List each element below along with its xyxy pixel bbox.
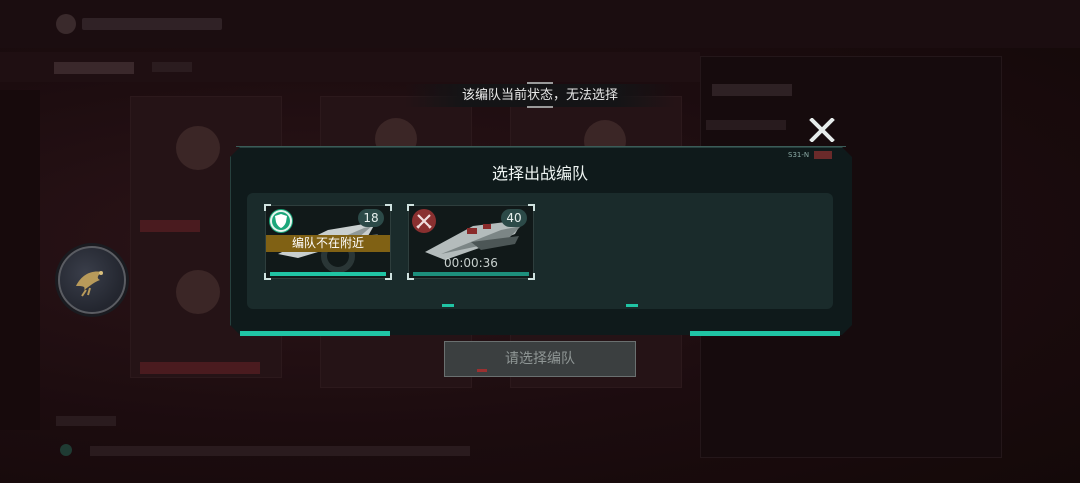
dialog-top-line — [236, 146, 846, 147]
background-text — [90, 446, 470, 456]
background-tab — [152, 62, 192, 72]
background-bar — [140, 362, 260, 374]
dialog-code-badge — [814, 151, 832, 159]
confirm-button-label: 请选择编队 — [505, 351, 575, 367]
background-logo — [56, 14, 76, 34]
fleet-timer: 00:00:36 — [444, 256, 498, 270]
background-text — [56, 416, 116, 426]
faction-emblem[interactable] — [58, 246, 126, 314]
panel-tick — [626, 304, 638, 307]
fleet-durability-bar — [413, 272, 529, 276]
background-portrait — [176, 270, 220, 314]
background-title — [82, 18, 222, 30]
fleet-slot-1[interactable]: 18 编队不在附近 — [264, 204, 392, 280]
close-x-icon — [809, 117, 835, 143]
background-tab — [54, 62, 134, 74]
dialog-accent-right — [690, 331, 840, 336]
fleet-status-banner: 编队不在附近 — [266, 235, 390, 252]
background-portrait — [176, 126, 220, 170]
fleet-ship-count: 40 — [501, 209, 527, 227]
panel-tick — [442, 304, 454, 307]
dialog-title: 选择出战编队 — [491, 164, 588, 183]
fleet-durability-bar — [270, 272, 386, 276]
background-bar — [140, 220, 200, 232]
status-toast: 该编队当前状态，无法选择 — [405, 84, 675, 107]
background-sidebar — [0, 90, 40, 430]
fleet-slot-2[interactable]: 40 00:00:36 — [407, 204, 535, 280]
fleet-ship-count: 18 — [358, 209, 384, 227]
confirm-fleet-button[interactable]: 请选择编队 — [444, 341, 636, 377]
shield-icon — [269, 209, 293, 233]
dialog-code-label: S31-N — [788, 151, 810, 159]
background-dot — [60, 444, 72, 456]
close-button[interactable] — [809, 117, 835, 143]
toast-tick — [527, 82, 553, 84]
bird-emblem-icon — [76, 271, 103, 297]
button-decoration — [477, 369, 487, 372]
background-panel-title — [712, 84, 792, 96]
background-panel-line — [706, 120, 786, 130]
crossed-swords-icon — [412, 209, 436, 233]
dialog-accent-left — [240, 331, 390, 336]
toast-tick — [527, 106, 553, 108]
